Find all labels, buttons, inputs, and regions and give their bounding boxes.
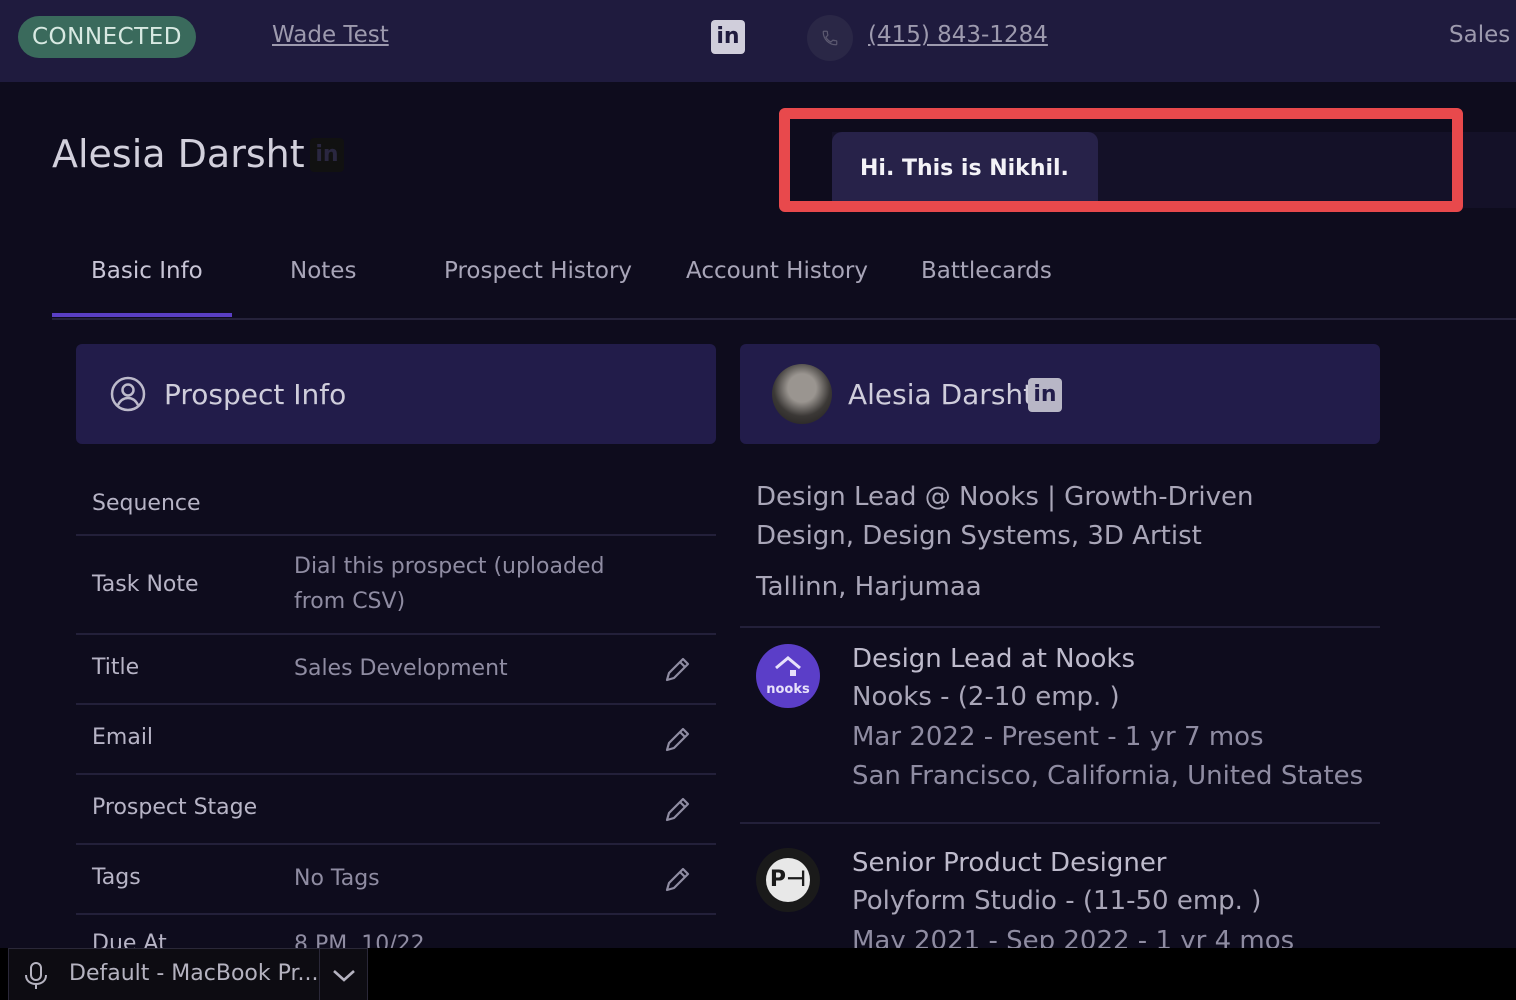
row-label: Title	[92, 655, 140, 680]
linkedin-icon[interactable]: in	[711, 20, 745, 54]
experience-location: San Francisco, California, United States	[852, 761, 1364, 791]
phone-button[interactable]	[807, 15, 853, 61]
row-label: Task Note	[92, 572, 199, 597]
tab-battlecards[interactable]: Battlecards	[921, 258, 1052, 284]
row-label: Prospect Stage	[92, 795, 258, 820]
row-label: Tags	[92, 865, 141, 890]
divider	[319, 949, 320, 1000]
info-row-tags: Tags No Tags	[76, 845, 716, 915]
chevron-down-icon[interactable]	[331, 965, 357, 985]
info-row-task-note: Task Note Dial this prospect (uploaded f…	[76, 536, 716, 635]
topbar-right-label: Sales D	[1449, 22, 1516, 48]
profile-location: Tallinn, Harjumaa	[756, 572, 982, 602]
experience-dates: Mar 2022 - Present - 1 yr 7 mos	[852, 722, 1264, 752]
polyform-logo: P⊣	[756, 848, 820, 912]
logo-text: nooks	[766, 682, 810, 697]
tab-bar: Basic Info Notes Prospect History Accoun…	[52, 250, 1516, 320]
row-label: Sequence	[92, 491, 201, 516]
pencil-icon[interactable]	[662, 863, 694, 895]
divider	[740, 822, 1380, 824]
row-value: No Tags	[294, 866, 380, 891]
info-row-email: Email	[76, 705, 716, 775]
logo-text: P⊣	[766, 858, 810, 902]
pencil-icon[interactable]	[662, 723, 694, 755]
profile-headline: Design Lead @ Nooks | Growth-Driven Desi…	[756, 482, 1254, 551]
microphone-select[interactable]: Default - MacBook Pr...	[8, 948, 368, 1000]
user-circle-icon	[110, 376, 146, 412]
pencil-icon[interactable]	[662, 653, 694, 685]
linkedin-icon[interactable]: in	[310, 138, 344, 172]
tab-basic-info[interactable]: Basic Info	[91, 258, 203, 284]
info-row-prospect-stage: Prospect Stage	[76, 775, 716, 845]
microphone-device-label: Default - MacBook Pr...	[69, 961, 319, 986]
divider	[740, 626, 1380, 628]
phone-number-link[interactable]: (415) 843-1284	[868, 22, 1048, 48]
tab-notes[interactable]: Notes	[290, 258, 356, 284]
linkedin-icon[interactable]: in	[1028, 378, 1062, 412]
info-row-title: Title Sales Development	[76, 635, 716, 705]
row-value: Dial this prospect (uploaded from CSV)	[294, 554, 605, 614]
avatar	[772, 364, 832, 424]
phone-icon	[822, 30, 838, 46]
microphone-icon	[25, 962, 47, 989]
nooks-logo: nooks	[756, 644, 820, 708]
row-value: Sales Development	[294, 656, 508, 681]
row-label: Email	[92, 725, 154, 750]
tab-account-history[interactable]: Account History	[686, 258, 868, 284]
highlight-box	[779, 108, 1463, 212]
pencil-icon[interactable]	[662, 793, 694, 825]
experience-company: Polyform Studio - (11-50 emp. )	[852, 886, 1262, 916]
prospect-info-title: Prospect Info	[164, 378, 347, 411]
prospect-info-header: Prospect Info	[76, 344, 716, 444]
prospect-name-heading: Alesia Darsht	[52, 132, 305, 176]
house-icon	[775, 656, 801, 676]
info-row-sequence: Sequence	[76, 470, 716, 536]
experience-title: Design Lead at Nooks	[852, 644, 1136, 674]
experience-company: Nooks - (2-10 emp. )	[852, 682, 1120, 712]
top-bar: CONNECTED Wade Test in (415) 843-1284 Sa…	[0, 0, 1516, 82]
profile-name: Alesia Darsht	[848, 378, 1035, 411]
tab-prospect-history[interactable]: Prospect History	[444, 258, 632, 284]
experience-title: Senior Product Designer	[852, 848, 1167, 878]
connection-status-badge: CONNECTED	[18, 16, 196, 58]
active-tab-indicator	[52, 313, 232, 317]
contact-link[interactable]: Wade Test	[272, 22, 389, 48]
